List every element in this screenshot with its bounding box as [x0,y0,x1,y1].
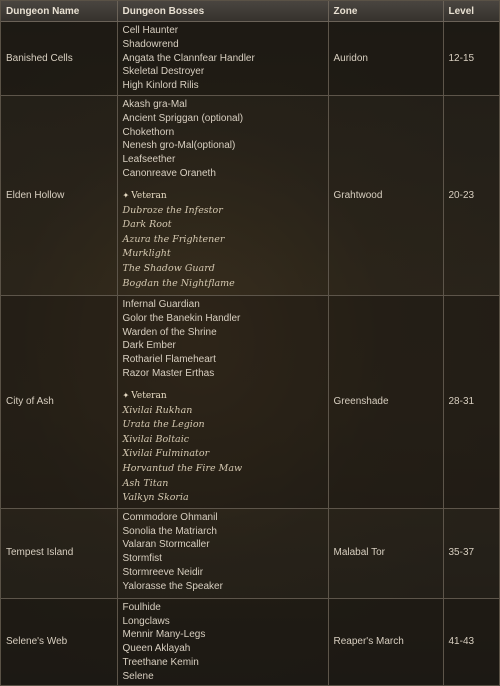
boss-name: Ancient Spriggan (optional) [122,112,244,124]
dungeon-name-cell: Selene's Web [1,598,118,685]
dungeon-name: City of Ash [6,395,54,407]
header-level: Level [443,1,499,22]
level-cell: 12-15 [443,21,499,96]
dungeon-table: Dungeon Name Dungeon Bosses Zone Level B… [1,1,499,685]
level-cell: 28-31 [443,295,499,509]
boss-name: Mennir Many-Legs [122,629,206,641]
boss-name: Sonolia the Matriarch [122,525,218,537]
boss-name: Rothariel Flameheart [122,354,216,366]
dungeon-bosses-cell: Cell Haunter Shadowrend Angata the Clannfe… [117,21,329,96]
boss-name: Infernal Guardian [122,298,200,310]
boss-name: Chokethorn [122,126,175,138]
level-range: 12-15 [448,52,475,64]
boss-name: Treethane Kemin [122,656,199,668]
level-range: 28-31 [448,395,475,407]
table-row: Tempest Island Commodore Ohmanil Sonolia t… [1,508,499,599]
dungeon-name: Tempest Island [6,547,74,559]
dungeon-name: Selene's Web [6,636,68,648]
dungeon-bosses-cell: Akash gra-Mal Ancient Spriggan (optional)… [117,95,329,296]
veteran-heading: ✦ Veteran [123,389,324,404]
boss-name: Cell Haunter [122,25,179,36]
zone-cell: Reaper's March [328,598,444,685]
veteran-boss-name: Ash Titan [122,477,169,489]
veteran-boss-name: Valkyn Skoria [122,492,189,504]
zone-name: Greenshade [333,395,389,407]
level-range: 35-37 [448,547,475,559]
boss-name: Selene [122,670,154,682]
level-cell: 41-43 [443,598,499,685]
zone-cell: Grahtwood [328,95,444,296]
table-row: Selene's Web Foulhide Longclaws Mennir Many… [1,598,499,685]
boss-name: Dark Ember [122,340,176,352]
veteran-star-icon: ✦ [122,190,130,200]
veteran-label: Veteran [131,190,167,201]
boss-name: Queen Aklayah [122,643,191,655]
level-cell: 35-37 [443,508,499,599]
boss-name: Stormfist [122,553,162,565]
veteran-star-icon: ✦ [122,390,130,400]
zone-cell: Greenshade [328,295,444,509]
veteran-boss-name: Xivilai Boltaic [122,433,190,445]
veteran-boss-name: Dubroze the Infestor [122,204,223,216]
zone-name: Malabal Tor [333,547,386,559]
zone-cell: Malabal Tor [328,508,444,599]
boss-name: Razor Master Erthas [122,367,215,379]
boss-name: Valaran Stormcaller [122,539,210,551]
veteran-heading: ✦ Veteran [123,189,324,204]
dungeon-bosses-cell: Commodore Ohmanil Sonolia the Matriarch Va… [117,508,329,599]
level-range: 41-43 [448,636,475,648]
table-body: Banished Cells Cell Haunter Shadowrend Anga… [1,21,499,685]
boss-name: Stormreeve Neidir [122,566,204,578]
table-header-row: Dungeon Name Dungeon Bosses Zone Level [1,1,499,22]
zone-name: Grahtwood [333,189,383,201]
boss-name: Shadowrend [122,38,179,50]
dungeon-name: Elden Hollow [6,189,65,201]
boss-name: Foulhide [122,601,161,613]
table-row: Elden Hollow Akash gra-Mal Ancient Sprigga… [1,95,499,296]
veteran-boss-name: The Shadow Guard [122,262,215,274]
veteran-boss-name: Urata the Legion [122,419,205,431]
veteran-boss-name: Dark Root [122,219,172,231]
boss-name: Warden of the Shrine [122,326,217,338]
header-zone: Zone [328,1,444,22]
boss-name: Canonreave Oraneth [122,167,216,179]
boss-name: High Kinlord Rilis [122,80,199,92]
boss-name: Nenesh gro-Mal(optional) [122,140,236,152]
veteran-boss-name: Azura the Frightener [122,233,225,245]
veteran-boss-name: Bogdan the Nightflame [122,277,235,289]
zone-name: Auridon [333,52,368,64]
table-row: Banished Cells Cell Haunter Shadowrend Anga… [1,21,499,96]
boss-name: Golor the Banekin Handler [122,312,241,324]
veteran-boss-name: Xivilai Rukhan [122,404,193,416]
zone-name: Reaper's March [333,636,404,648]
dungeon-name: Banished Cells [6,52,73,64]
dungeon-table-container: Dungeon Name Dungeon Bosses Zone Level B… [0,0,500,686]
dungeon-name-cell: Elden Hollow [1,95,118,296]
dungeon-name-cell: Tempest Island [1,508,118,599]
dungeon-bosses-cell: Foulhide Longclaws Mennir Many-Legs Queen A… [117,598,329,685]
boss-name: Angata the Clannfear Handler [122,52,255,64]
header-dungeon-bosses: Dungeon Bosses [117,1,329,22]
veteran-label: Veteran [131,390,167,401]
level-cell: 20-23 [443,95,499,296]
dungeon-bosses-cell: Infernal Guardian Golor the Banekin Handl… [117,295,329,509]
dungeon-name-cell: Banished Cells [1,21,118,96]
boss-name: Leafseether [122,154,176,166]
boss-name: Longclaws [122,615,170,627]
veteran-boss-name: Murklight [122,248,171,260]
boss-name: Yalorasse the Speaker [122,580,223,592]
table-row: City of Ash Infernal Guardian Golor the Ba… [1,295,499,509]
boss-name: Skeletal Destroyer [122,66,205,78]
header-dungeon-name: Dungeon Name [1,1,118,22]
boss-name: Commodore Ohmanil [122,511,218,523]
veteran-boss-name: Xivilai Fulminator [122,448,210,460]
boss-name: Akash gra-Mal [122,98,187,110]
level-range: 20-23 [448,189,475,201]
zone-cell: Auridon [328,21,444,96]
veteran-boss-name: Horvantud the Fire Maw [122,462,243,474]
dungeon-name-cell: City of Ash [1,295,118,509]
